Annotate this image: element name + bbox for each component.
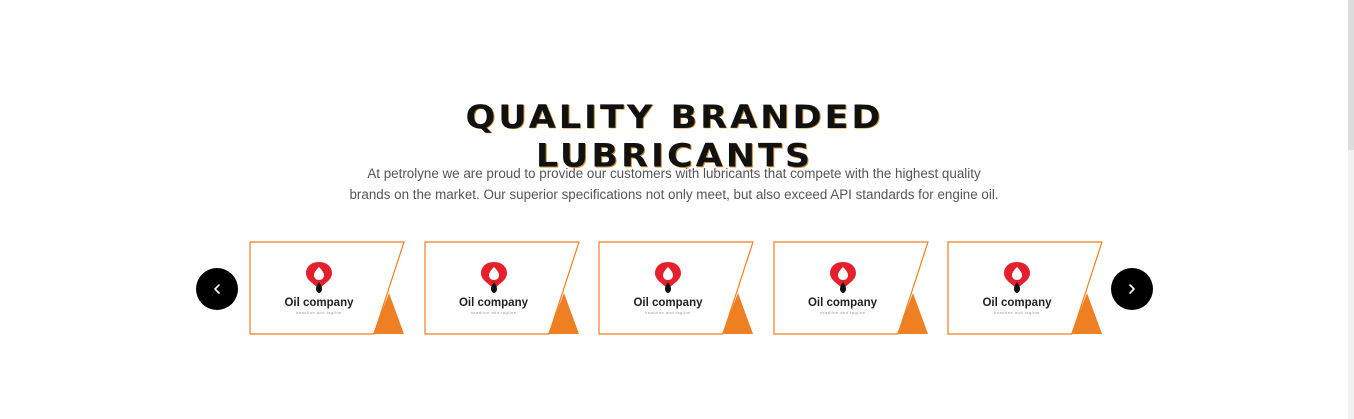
carousel-next-button[interactable] xyxy=(1111,268,1153,310)
brand-card[interactable]: Oil company headline and tagline xyxy=(598,241,754,336)
brand-tagline: headline and tagline xyxy=(470,310,517,315)
page-scrollbar[interactable] xyxy=(1348,0,1354,419)
brand-tagline: headline and tagline xyxy=(296,310,342,315)
brand-name: Oil company xyxy=(982,297,1052,309)
oil-drop-icon xyxy=(829,262,856,293)
brand-name: Oil company xyxy=(458,297,529,309)
brand-logo: Oil company headline and tagline xyxy=(424,261,564,315)
chevron-right-icon xyxy=(1129,284,1135,294)
brand-tagline: headline and tagline xyxy=(645,310,691,315)
oil-drop-icon xyxy=(480,262,507,293)
brands-section: QUALITY BRANDED LUBRICANTS At petrolyne … xyxy=(0,0,1354,419)
description-line-2: brands on the market. Our superior speci… xyxy=(349,187,999,202)
oil-drop-icon xyxy=(655,262,681,293)
oil-drop-icon xyxy=(1004,262,1030,293)
brand-logo: Oil company headline and tagline xyxy=(773,261,913,315)
brand-name: Oil company xyxy=(807,297,878,309)
brand-card[interactable]: Oil company headline and tagline xyxy=(249,241,405,336)
brand-name: Oil company xyxy=(633,297,703,309)
brand-card[interactable]: Oil company headline and tagline xyxy=(947,241,1103,336)
brand-logo: Oil company headline and tagline xyxy=(598,261,738,315)
brand-card[interactable]: Oil company headline and tagline xyxy=(423,241,580,336)
brand-tagline: headline and tagline xyxy=(994,310,1040,315)
description-line-1: At petrolyne we are proud to provide our… xyxy=(367,166,981,181)
brand-card[interactable]: Oil company headline and tagline xyxy=(772,241,929,336)
oil-drop-icon xyxy=(306,262,332,293)
brand-logo: Oil company headline and tagline xyxy=(249,261,389,315)
brand-logo: Oil company headline and tagline xyxy=(947,261,1087,315)
brand-name: Oil company xyxy=(284,297,354,309)
brand-carousel: Oil company headline and tagline Oil compa… xyxy=(249,241,1103,336)
chevron-left-icon xyxy=(214,284,220,294)
carousel-prev-button[interactable] xyxy=(196,268,238,310)
section-description: At petrolyne we are proud to provide our… xyxy=(324,163,1024,205)
brand-tagline: headline and tagline xyxy=(819,310,866,315)
heading-line-1: QUALITY BRANDED xyxy=(465,99,884,137)
scrollbar-thumb[interactable] xyxy=(1348,0,1354,150)
